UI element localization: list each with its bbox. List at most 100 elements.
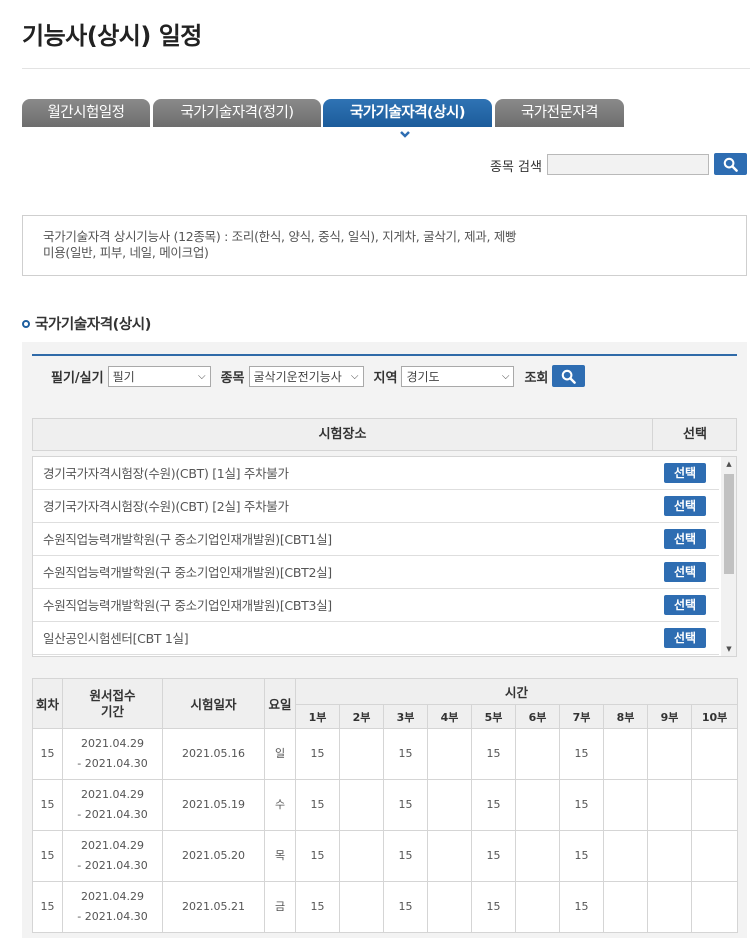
venue-select-button[interactable]: 선택 [664, 496, 706, 516]
tab-national-regular[interactable]: 국가기술자격(정기) [153, 99, 321, 127]
item-filter-label: 종목 [220, 370, 245, 386]
venue-header-place: 시험장소 [33, 419, 653, 450]
header-apply-line-1: 원서접수 [89, 687, 136, 703]
apply-start: 2021.04.29 [81, 737, 144, 750]
venue-name: 수원직업능력개발학원(구 중소기업인재개발원)[CBT2실] [43, 565, 332, 580]
venue-name: 수원직업능력개발학원(구 중소기업인재개발원)[CBT3실] [43, 598, 332, 613]
period-slot-cell [603, 728, 648, 780]
venue-name: 수원직업능력개발학원(구 중소기업인재개발원)[CBT1실] [43, 532, 332, 547]
schedule-row: 15 2021.04.29- 2021.04.30 2021.05.21 금 15 15 1… [32, 881, 739, 933]
exam-date-cell: 2021.05.19 [162, 779, 265, 831]
panel-top-border [32, 354, 737, 356]
tab-national-professional[interactable]: 국가전문자격 [495, 99, 624, 127]
weekday-cell: 일 [264, 728, 296, 780]
section-heading: 국가기술자격(상시) [22, 313, 151, 334]
period-slot-cell [339, 881, 384, 933]
period-slot-cell [603, 881, 648, 933]
search-icon [562, 369, 577, 384]
search-icon [723, 157, 738, 172]
header-time: 시간 [294, 678, 739, 705]
region-select-value: 경기도 [406, 369, 440, 384]
round-cell: 15 [32, 779, 63, 831]
period-slot-cell: 15 [383, 881, 428, 933]
period-slot-cell: 15 [471, 779, 516, 831]
apply-end: - 2021.04.30 [77, 910, 148, 923]
period-slot-cell: 15 [383, 728, 428, 780]
apply-period-cell: 2021.04.29 - 2021.04.30 [62, 728, 163, 780]
period-slot-cell [647, 881, 692, 933]
venue-select-button[interactable]: 선택 [664, 463, 706, 483]
schedule-table: 회차 원서접수 기간 시험일자 요일 시간 1부 2부 3부 4부 5부 6부 7부 8부 9부… [32, 678, 739, 933]
scrollbar-thumb[interactable] [724, 474, 734, 574]
scroll-up-icon[interactable]: ▲ [724, 459, 734, 469]
header-round: 회차 [32, 678, 63, 729]
header-period: 4부 [427, 704, 472, 729]
weekday-cell: 수 [264, 779, 296, 831]
type-filter-label: 필기/실기 [51, 370, 104, 386]
bullet-circle-icon [22, 319, 30, 328]
region-select[interactable]: 경기도 ⌵ [401, 365, 515, 387]
tab-national-ondemand[interactable]: 국가기술자격(상시) [323, 99, 492, 127]
venue-row: 수원직업능력개발학원(구 중소기업인재개발원)[CBT2실] 선택 [33, 556, 719, 589]
header-period: 10부 [690, 704, 739, 729]
period-slot-cell: 15 [295, 881, 340, 933]
venue-row: 수원직업능력개발학원(구 중소기업인재개발원)[CBT3실] 선택 [33, 589, 719, 622]
header-apply-period: 원서접수 기간 [62, 678, 163, 729]
header-period: 3부 [383, 704, 428, 729]
region-filter-label: 지역 [373, 370, 398, 386]
type-select-value: 필기 [112, 369, 135, 384]
venue-row: 일산공인시험센터[CBT 1실] 선택 [33, 622, 719, 655]
period-slot-cell [603, 830, 648, 882]
header-period: 7부 [559, 704, 604, 729]
header-period: 5부 [471, 704, 516, 729]
exam-date-cell: 2021.05.16 [162, 728, 265, 780]
venue-select-button[interactable]: 선택 [664, 562, 706, 582]
period-slot-cell [427, 728, 472, 780]
period-slot-cell [339, 779, 384, 831]
period-slot-cell: 15 [559, 728, 604, 780]
title-divider [22, 68, 750, 69]
query-button[interactable] [552, 365, 586, 387]
search-input[interactable] [547, 154, 709, 175]
search-label: 종목 검색 [490, 160, 542, 175]
period-slot-cell: 15 [295, 779, 340, 831]
venue-scrollbar[interactable]: ▲ ▼ [721, 457, 736, 656]
header-apply-line-2: 기간 [100, 703, 124, 719]
weekday-cell: 금 [264, 881, 296, 933]
chevron-down-icon [400, 131, 410, 138]
venue-select-button[interactable]: 선택 [664, 529, 706, 549]
period-slot-cell [515, 830, 560, 882]
venue-list[interactable]: 경기국가자격시험장(수원)(CBT) [1실] 주차불가 선택 경기국가자격시험… [32, 456, 737, 657]
apply-end: - 2021.04.30 [77, 757, 148, 770]
header-exam-date: 시험일자 [162, 678, 265, 729]
period-slot-cell: 15 [295, 728, 340, 780]
query-label: 조회 [524, 370, 549, 386]
header-period: 2부 [339, 704, 384, 729]
period-slot-cell [427, 779, 472, 831]
header-period: 6부 [515, 704, 560, 729]
info-box: 국가기술자격 상시기능사 (12종목) : 조리(한식, 양식, 중식, 일식)… [22, 215, 747, 276]
search-button[interactable] [714, 153, 747, 175]
period-slot-cell: 15 [383, 779, 428, 831]
period-slot-cell [690, 728, 739, 780]
venue-table-header: 시험장소 선택 [32, 418, 737, 451]
type-select[interactable]: 필기 ⌵ [107, 365, 211, 387]
period-slot-cell: 15 [471, 728, 516, 780]
item-select[interactable]: 굴삭기운전기능사 ⌵ [248, 365, 364, 387]
apply-end: - 2021.04.30 [77, 859, 148, 872]
period-slot-cell: 15 [559, 830, 604, 882]
venue-select-button[interactable]: 선택 [664, 628, 706, 648]
tab-monthly-schedule[interactable]: 월간시험일정 [22, 99, 150, 127]
venue-header-select: 선택 [683, 427, 707, 442]
venue-select-button[interactable]: 선택 [664, 595, 706, 615]
scroll-down-icon[interactable]: ▼ [724, 644, 734, 654]
venue-name: 경기국가자격시험장(수원)(CBT) [2실] 주차불가 [43, 499, 289, 514]
weekday-cell: 목 [264, 830, 296, 882]
section-title: 국가기술자격(상시) [35, 317, 151, 333]
schedule-row: 15 2021.04.29- 2021.04.30 2021.05.16 일 15 15 1… [32, 728, 739, 780]
header-period: 9부 [647, 704, 692, 729]
schedule-row: 15 2021.04.29- 2021.04.30 2021.05.19 수 15 15 1… [32, 779, 739, 831]
period-slot-cell [690, 881, 739, 933]
round-cell: 15 [32, 830, 63, 882]
period-slot-cell [427, 830, 472, 882]
